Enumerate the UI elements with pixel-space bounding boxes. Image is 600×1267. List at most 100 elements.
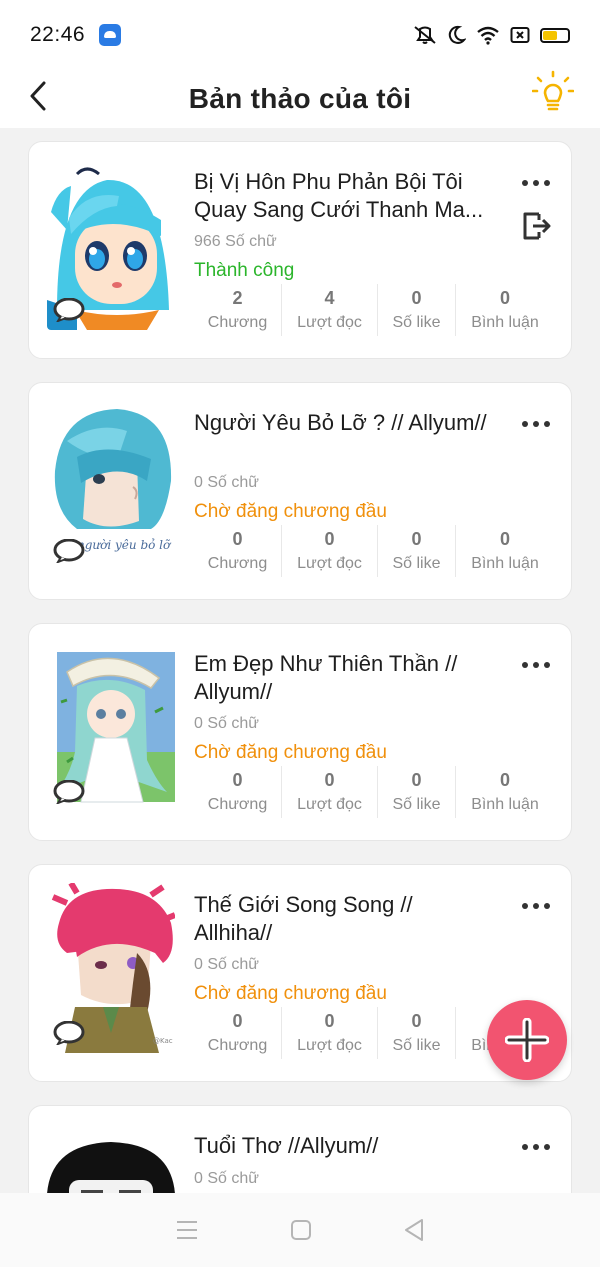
status-bar: 22:46 bbox=[0, 0, 600, 70]
stat-likes: 0 Số like bbox=[378, 1007, 456, 1059]
stat-reads: 0 Lượt đọc bbox=[282, 525, 378, 577]
story-cover-image bbox=[47, 160, 175, 330]
story-cover-image: @Kac bbox=[47, 883, 175, 1053]
stat-label: Lượt đọc bbox=[297, 555, 362, 572]
stat-label: Số like bbox=[392, 555, 441, 572]
stat-comments: 0 Bình luận bbox=[456, 284, 554, 336]
story-stats: 0 Chương 0 Lượt đọc 0 Số like 0 Bình luậ… bbox=[194, 766, 554, 818]
story-card[interactable]: người yêu bỏ lỡ Người Yêu Bỏ Lỡ ? // All… bbox=[28, 382, 572, 600]
stat-value: 0 bbox=[324, 770, 335, 790]
stat-label: Bình luận bbox=[471, 314, 539, 331]
stat-label: Chương bbox=[207, 1037, 268, 1054]
story-stats: 2 Chương 4 Lượt đọc 0 Số like 0 Bình luậ… bbox=[194, 284, 554, 336]
status-time: 22:46 bbox=[30, 23, 86, 46]
back-triangle-icon[interactable] bbox=[403, 1218, 425, 1242]
word-count: 0 Số chữ bbox=[194, 715, 259, 732]
stat-label: Chương bbox=[207, 796, 268, 813]
app-notification-icon bbox=[99, 24, 122, 46]
status-text: Chờ đăng chương đầu bbox=[194, 742, 387, 763]
stat-value: 0 bbox=[499, 288, 510, 308]
stat-likes: 0 Số like bbox=[378, 284, 456, 336]
stat-value: 0 bbox=[499, 529, 510, 549]
story-title[interactable]: Em Đẹp Như Thiên Thần // Allyum// bbox=[194, 650, 494, 706]
app-header: Bản thảo của tôi bbox=[0, 70, 600, 128]
stat-value: 0 bbox=[232, 770, 243, 790]
stat-chapters: 0 Chương bbox=[194, 766, 282, 818]
stat-label: Lượt đọc bbox=[297, 1037, 362, 1054]
sim-icon bbox=[510, 27, 530, 43]
stat-value: 0 bbox=[324, 529, 335, 549]
status-text: Chờ đăng chương đầu bbox=[194, 983, 387, 1004]
story-cover-image bbox=[47, 642, 175, 812]
stat-reads: 0 Lượt đọc bbox=[282, 766, 378, 818]
more-options-icon[interactable] bbox=[521, 660, 551, 670]
stat-value: 0 bbox=[499, 770, 510, 790]
story-stats: 0 Chương 0 Lượt đọc 0 Số like 0 Bình luậ… bbox=[194, 525, 554, 577]
story-cover-image: người yêu bỏ lỡ bbox=[47, 401, 175, 571]
stat-value: 0 bbox=[411, 288, 422, 308]
stat-value: 2 bbox=[232, 288, 243, 308]
story-card[interactable]: Tuổi Thơ //Allyum// 0 Số chữ bbox=[28, 1105, 572, 1193]
stat-label: Chương bbox=[207, 555, 268, 572]
chat-bubble-icon bbox=[53, 1021, 85, 1045]
status-icons bbox=[412, 25, 570, 45]
exit-icon[interactable] bbox=[521, 210, 551, 242]
moon-icon bbox=[448, 25, 466, 44]
more-options-icon[interactable] bbox=[521, 1142, 551, 1152]
word-count: 0 Số chữ bbox=[194, 1170, 259, 1187]
stat-label: Số like bbox=[392, 314, 441, 331]
menu-icon[interactable] bbox=[175, 1219, 199, 1241]
story-cover-image bbox=[47, 1124, 175, 1193]
stat-label: Bình luận bbox=[471, 555, 539, 572]
lightbulb-icon[interactable] bbox=[532, 70, 574, 116]
system-nav-bar bbox=[0, 1193, 600, 1267]
stat-label: Số like bbox=[392, 796, 441, 813]
stat-value: 0 bbox=[411, 1011, 422, 1031]
stat-value: 0 bbox=[411, 529, 422, 549]
stat-likes: 0 Số like bbox=[378, 525, 456, 577]
cover-caption: @Kac bbox=[153, 1037, 173, 1045]
wifi-icon bbox=[477, 26, 499, 45]
stat-comments: 0 Bình luận bbox=[456, 525, 554, 577]
stat-reads: 0 Lượt đọc bbox=[282, 1007, 378, 1059]
back-arrow-icon[interactable] bbox=[24, 76, 54, 116]
story-title[interactable]: Người Yêu Bỏ Lỡ ? // Allyum// bbox=[194, 409, 494, 437]
more-options-icon[interactable] bbox=[521, 901, 551, 911]
status-text: Chờ đăng chương đầu bbox=[194, 501, 387, 522]
stat-value: 0 bbox=[411, 770, 422, 790]
add-story-button[interactable] bbox=[487, 1000, 567, 1080]
status-text: Thành công bbox=[194, 260, 295, 281]
stat-chapters: 2 Chương bbox=[194, 284, 282, 336]
story-title[interactable]: Thế Giới Song Song // Allhiha// bbox=[194, 891, 494, 947]
stat-label: Số like bbox=[392, 1037, 441, 1054]
stat-likes: 0 Số like bbox=[378, 766, 456, 818]
cover-caption: người yêu bỏ lỡ bbox=[77, 538, 172, 552]
word-count: 966 Số chữ bbox=[194, 233, 277, 250]
stat-value: 0 bbox=[324, 1011, 335, 1031]
stat-value: 0 bbox=[232, 1011, 243, 1031]
story-card[interactable]: Em Đẹp Như Thiên Thần // Allyum// 0 Số c… bbox=[28, 623, 572, 841]
stat-label: Chương bbox=[207, 314, 268, 331]
chat-bubble-icon bbox=[53, 298, 85, 322]
chat-bubble-icon bbox=[53, 780, 85, 804]
more-options-icon[interactable] bbox=[521, 419, 551, 429]
stat-label: Lượt đọc bbox=[297, 314, 362, 331]
stat-reads: 4 Lượt đọc bbox=[282, 284, 378, 336]
story-card[interactable]: Bị Vị Hôn Phu Phản Bội Tôi Quay Sang Cướ… bbox=[28, 141, 572, 359]
plus-icon bbox=[505, 1018, 549, 1062]
vibrate-mute-icon bbox=[414, 26, 436, 44]
home-icon[interactable] bbox=[290, 1219, 312, 1241]
word-count: 0 Số chữ bbox=[194, 956, 259, 973]
word-count: 0 Số chữ bbox=[194, 474, 259, 491]
stat-value: 4 bbox=[324, 288, 335, 308]
story-title[interactable]: Bị Vị Hôn Phu Phản Bội Tôi Quay Sang Cướ… bbox=[194, 168, 494, 224]
stat-label: Lượt đọc bbox=[297, 796, 362, 813]
chat-bubble-icon bbox=[53, 539, 85, 563]
stat-chapters: 0 Chương bbox=[194, 1007, 282, 1059]
stat-label: Bình luận bbox=[471, 796, 539, 813]
stat-chapters: 0 Chương bbox=[194, 525, 282, 577]
story-title[interactable]: Tuổi Thơ //Allyum// bbox=[194, 1132, 494, 1160]
stat-comments: 0 Bình luận bbox=[456, 766, 554, 818]
more-options-icon[interactable] bbox=[521, 178, 551, 188]
battery-icon bbox=[540, 27, 570, 43]
